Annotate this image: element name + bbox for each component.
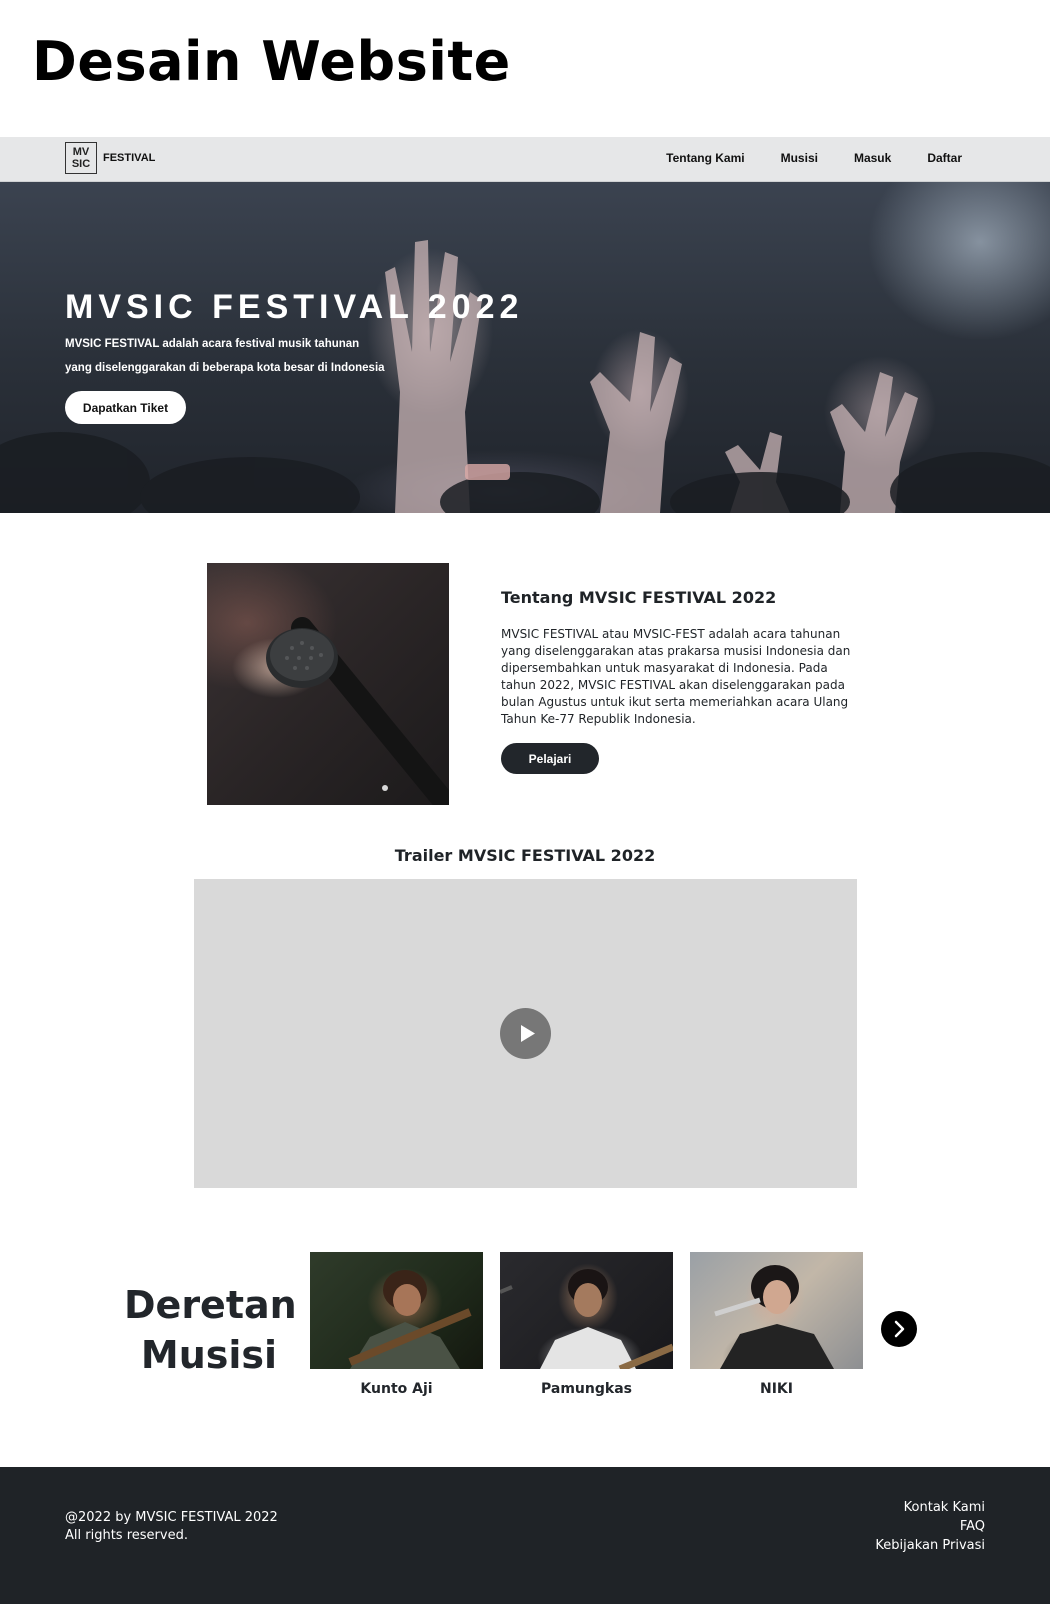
trailer-video[interactable] bbox=[194, 879, 857, 1188]
about-description: MVSIC FESTIVAL atau MVSIC-FEST adalah ac… bbox=[501, 627, 851, 726]
musician-name: Pamungkas bbox=[541, 1381, 632, 1397]
trailer-title: Trailer MVSIC FESTIVAL 2022 bbox=[394, 846, 656, 865]
musician-name: NIKI bbox=[760, 1381, 793, 1397]
footer-link-kontak-kami[interactable]: Kontak Kami bbox=[875, 1498, 985, 1517]
get-ticket-button[interactable]: Dapatkan Tiket bbox=[65, 391, 186, 424]
copyright-line1: @2022 by MVSIC FESTIVAL 2022 bbox=[65, 1510, 278, 1525]
logo-line1: MV bbox=[72, 146, 90, 158]
musicians-heading-line1: Deretan bbox=[124, 1283, 297, 1327]
about-title: Tentang MVSIC FESTIVAL 2022 bbox=[501, 588, 777, 607]
footer: @2022 by MVSIC FESTIVAL 2022 All rights … bbox=[0, 1467, 1050, 1604]
footer-link-faq[interactable]: FAQ bbox=[875, 1517, 985, 1536]
logo-text[interactable]: FESTIVAL bbox=[103, 152, 155, 164]
logo[interactable]: MV SIC bbox=[65, 142, 97, 174]
copyright: @2022 by MVSIC FESTIVAL 2022 All rights … bbox=[65, 1509, 278, 1545]
musician-photo bbox=[310, 1252, 483, 1369]
nav-links: Tentang Kami Musisi Masuk Daftar bbox=[630, 151, 962, 165]
microphone-photo bbox=[207, 563, 449, 805]
hero-subtitle-line2: yang diselenggarakan di beberapa kota be… bbox=[65, 362, 385, 374]
hero-title: MVSIC FESTIVAL 2022 bbox=[65, 288, 524, 326]
chevron-right-icon[interactable] bbox=[881, 1311, 917, 1347]
nav-link-tentang-kami[interactable]: Tentang Kami bbox=[666, 151, 744, 165]
logo-line2: SIC bbox=[71, 158, 91, 170]
musician-card[interactable]: Pamungkas bbox=[500, 1252, 673, 1397]
musician-photo bbox=[500, 1252, 673, 1369]
musician-card[interactable]: Kunto Aji bbox=[310, 1252, 483, 1397]
page-heading: Desain Website bbox=[32, 30, 511, 93]
nav-link-musisi[interactable]: Musisi bbox=[781, 151, 818, 165]
nav-link-daftar[interactable]: Daftar bbox=[927, 151, 962, 165]
musician-card[interactable]: NIKI bbox=[690, 1252, 863, 1397]
play-icon[interactable] bbox=[500, 1008, 551, 1059]
musicians-heading-line2: Musisi bbox=[140, 1333, 278, 1377]
footer-links: Kontak Kami FAQ Kebijakan Privasi bbox=[875, 1498, 985, 1555]
musicians-heading: Deretan Musisi bbox=[124, 1280, 297, 1380]
navbar: MV SIC FESTIVAL Tentang Kami Musisi Masu… bbox=[0, 137, 1050, 182]
musician-name: Kunto Aji bbox=[360, 1381, 433, 1397]
hero-subtitle-line1: MVSIC FESTIVAL adalah acara festival mus… bbox=[65, 338, 360, 350]
learn-more-button[interactable]: Pelajari bbox=[501, 743, 599, 774]
hero-banner: MVSIC FESTIVAL 2022 MVSIC FESTIVAL adala… bbox=[0, 182, 1050, 513]
footer-link-kebijakan-privasi[interactable]: Kebijakan Privasi bbox=[875, 1536, 985, 1555]
nav-link-masuk[interactable]: Masuk bbox=[854, 151, 891, 165]
musician-photo bbox=[690, 1252, 863, 1369]
copyright-line2: All rights reserved. bbox=[65, 1528, 188, 1543]
